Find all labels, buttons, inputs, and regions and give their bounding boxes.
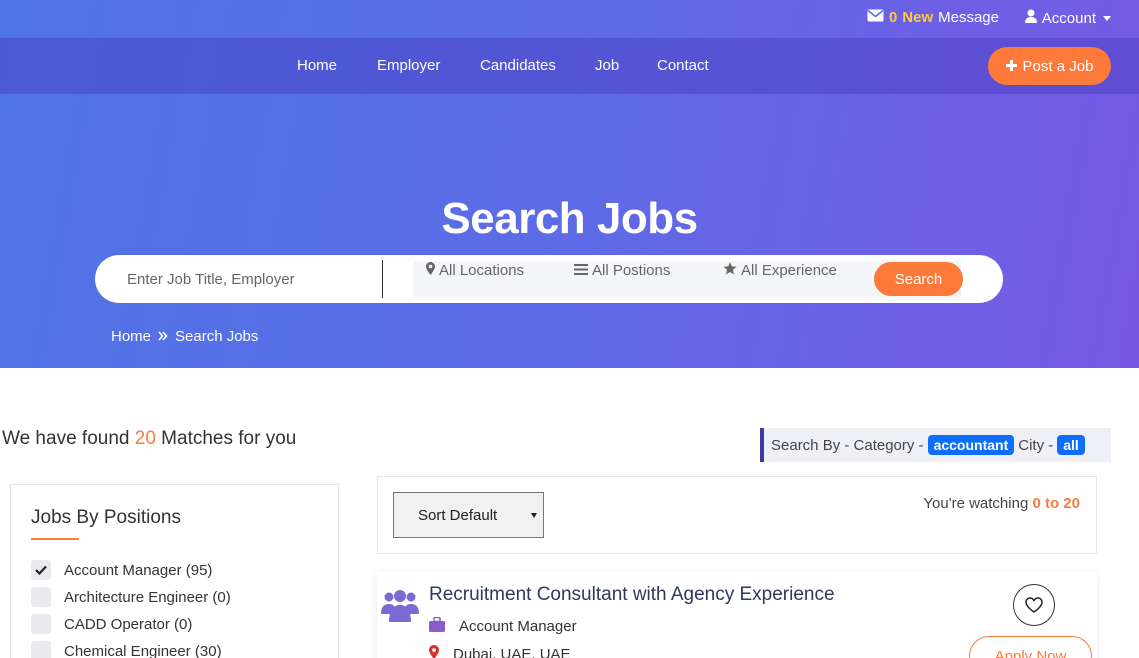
star-icon: [723, 262, 737, 279]
favorite-button[interactable]: [1013, 584, 1055, 626]
search-button[interactable]: Search: [874, 262, 963, 296]
chevron-down-icon: [1103, 15, 1111, 21]
sidebar-title: Jobs By Positions: [31, 507, 181, 528]
checkbox[interactable]: [31, 587, 51, 607]
position-filter[interactable]: All Postions: [574, 262, 670, 279]
hero-banner: 0 New Message Account Home Employer Cand…: [0, 0, 1139, 368]
position-item-chemical-engineer[interactable]: Chemical Engineer (30): [31, 641, 222, 658]
search-by-prefix: Search By - Category -: [771, 436, 924, 454]
watching-range: 0 to 20: [1032, 495, 1080, 512]
job-location: Dubai, UAE, UAE: [453, 645, 571, 658]
message-count: 0: [888, 9, 898, 26]
watching-info: You're watching 0 to 20: [923, 495, 1080, 512]
checkbox[interactable]: [31, 560, 51, 580]
experience-filter-label: All Experience: [741, 262, 837, 279]
position-label: Account Manager (95): [64, 561, 213, 579]
job-position: Account Manager: [459, 618, 577, 635]
sort-select[interactable]: Sort Default: [393, 492, 544, 538]
found-count: 20: [134, 428, 156, 449]
main-nav: Home Employer Candidates Job Contact Pos…: [0, 38, 1139, 94]
city-label: City -: [1018, 436, 1054, 454]
position-item-cadd-operator[interactable]: CADD Operator (0): [31, 614, 192, 634]
message-new-label: New: [902, 9, 934, 26]
account-label: Account: [1041, 9, 1096, 27]
sort-selected-value: Sort Default: [418, 506, 498, 524]
position-label: CADD Operator (0): [64, 615, 193, 633]
search-criteria: Search By - Category - accountant City -…: [760, 428, 1111, 462]
city-badge: all: [1057, 435, 1085, 455]
plus-icon: [1005, 58, 1017, 75]
position-label: Chemical Engineer (30): [64, 642, 222, 658]
search-divider: [382, 260, 383, 298]
post-job-label: Post a Job: [1022, 57, 1094, 75]
location-pin-icon: [429, 645, 439, 658]
breadcrumb: Home Search Jobs: [111, 328, 258, 345]
search-input[interactable]: [115, 261, 377, 297]
briefcase-icon: [429, 616, 445, 636]
breadcrumb-current: Search Jobs: [175, 328, 259, 345]
position-filter-label: All Postions: [592, 262, 671, 279]
message-label: Message: [938, 9, 999, 26]
list-icon: [574, 262, 588, 279]
found-prefix: We have found: [2, 428, 130, 449]
experience-filter[interactable]: All Experience: [723, 262, 837, 279]
location-filter[interactable]: All Locations: [426, 262, 524, 279]
nav-job[interactable]: Job: [595, 57, 619, 74]
job-title[interactable]: Recruitment Consultant with Agency Exper…: [429, 584, 835, 606]
user-icon: [1024, 9, 1037, 27]
job-position-row: Account Manager: [429, 616, 577, 636]
position-label: Architecture Engineer (0): [64, 588, 231, 606]
location-filter-label: All Locations: [439, 262, 525, 279]
top-bar: 0 New Message Account: [0, 0, 1139, 38]
position-item-account-manager[interactable]: Account Manager (95): [31, 560, 212, 580]
breadcrumb-home[interactable]: Home: [111, 328, 151, 345]
watching-prefix: You're watching: [923, 495, 1029, 512]
chevron-down-icon: [531, 513, 537, 518]
job-search-bar: All Locations All Postions All Experienc…: [95, 255, 1003, 303]
map-marker-icon: [426, 262, 435, 279]
nav-employer[interactable]: Employer: [377, 57, 440, 74]
account-menu[interactable]: Account: [1024, 9, 1111, 27]
users-icon: [381, 588, 419, 629]
job-location-row: Dubai, UAE, UAE: [429, 645, 571, 658]
heart-icon: [1025, 597, 1043, 613]
nav-home[interactable]: Home: [297, 57, 337, 74]
results-summary: We have found 20 Matches for you: [2, 428, 296, 450]
check-icon: [35, 565, 47, 575]
nav-candidates[interactable]: Candidates: [480, 57, 556, 74]
envelope-icon: [867, 9, 884, 26]
job-card[interactable]: Recruitment Consultant with Agency Exper…: [377, 572, 1097, 658]
checkbox[interactable]: [31, 614, 51, 634]
page-title: Search Jobs: [441, 194, 698, 243]
messages-link[interactable]: 0 New Message: [867, 9, 999, 26]
title-underline: [31, 538, 79, 540]
apply-now-button[interactable]: Apply Now: [969, 636, 1092, 658]
found-suffix: Matches for you: [161, 428, 297, 449]
positions-sidebar: Jobs By Positions Account Manager (95) A…: [10, 484, 339, 658]
nav-contact[interactable]: Contact: [657, 57, 709, 74]
post-job-button[interactable]: Post a Job: [988, 47, 1111, 85]
position-item-architecture-engineer[interactable]: Architecture Engineer (0): [31, 587, 231, 607]
sort-bar: Sort Default You're watching 0 to 20: [377, 476, 1097, 554]
double-chevron-icon: [158, 328, 168, 345]
category-badge: accountant: [927, 435, 1015, 455]
checkbox[interactable]: [31, 641, 51, 658]
